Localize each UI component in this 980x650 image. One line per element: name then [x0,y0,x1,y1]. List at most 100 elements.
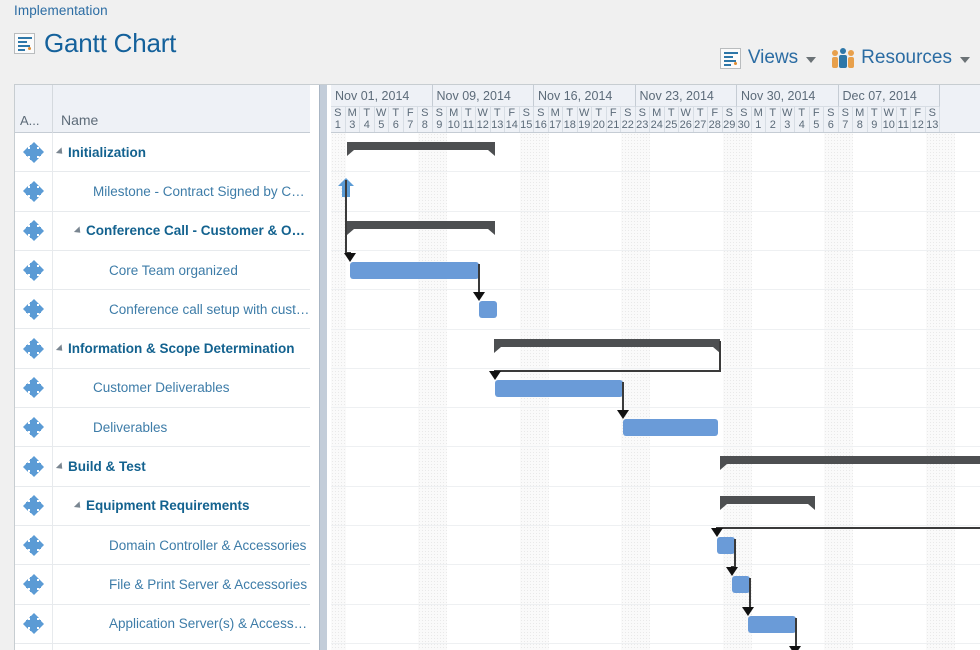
row-attach-cell[interactable] [15,250,53,290]
dependency-arrow-icon [711,528,723,537]
timeline-body[interactable] [331,133,980,650]
row-attach-cell[interactable] [15,328,53,369]
row-name-cell[interactable]: Conference call setup with cust… [53,290,310,329]
row-name-cell[interactable]: Equipment Requirements [53,486,310,525]
day-number: 22 [621,119,634,131]
row-attach-cell[interactable] [15,171,53,212]
move-arrows-icon[interactable] [23,495,44,517]
summary-bar[interactable] [720,456,980,471]
move-arrows-icon[interactable] [23,534,44,556]
breadcrumb[interactable]: Implementation [14,3,108,18]
move-arrows-icon[interactable] [23,259,44,281]
row-attach-cell[interactable] [15,486,53,526]
move-arrows-icon[interactable] [23,573,44,595]
row-attach-cell[interactable] [15,564,53,605]
day-number: 10 [447,119,460,131]
row-name-cell[interactable]: Core Team organized [53,250,310,289]
task-bar[interactable] [717,537,735,554]
table-row[interactable]: Information & Scope Determination [15,328,310,369]
move-arrows-icon[interactable] [23,377,44,399]
table-row[interactable]: Build & Test [15,446,310,487]
collapse-triangle-icon[interactable] [55,147,66,157]
table-row[interactable]: Customer Deliverables [15,368,310,409]
row-name-cell[interactable]: Build & Test [53,447,310,486]
row-separator [331,642,980,644]
move-arrows-icon[interactable] [23,338,44,360]
row-name-cell[interactable]: File & Print Server & Accessories [53,565,310,604]
day-number: 3 [349,119,356,131]
row-attach-cell[interactable] [15,446,53,487]
day-number: 9 [871,119,878,131]
day-of-week: F [812,107,820,119]
row-name-cell[interactable]: Application Server(s) & Accessor… [53,604,310,643]
table-row[interactable]: File & Print Server & Accessories [15,564,310,605]
task-name: Conference Call - Customer & Ou… [86,223,310,239]
row-attach-cell[interactable] [15,604,53,644]
table-row[interactable]: Initialization [15,132,310,173]
row-name-cell[interactable]: Domain Controller & Accessories [53,525,310,564]
row-name-cell[interactable]: Milestone - Contract Signed by Cu… [53,172,310,211]
day-of-week: M [347,107,357,119]
collapse-triangle-icon[interactable] [55,461,66,472]
summary-bar[interactable] [494,338,720,353]
move-arrows-icon[interactable] [23,456,44,478]
row-attach-cell[interactable] [15,407,53,447]
collapse-triangle-icon[interactable] [73,226,84,236]
row-attach-cell[interactable] [15,289,53,329]
table-row[interactable]: Deliverables [15,407,310,448]
page-title-group: Gantt Chart [14,28,176,59]
task-bar[interactable] [748,615,796,633]
chevron-down-icon[interactable] [806,57,817,63]
row-name-cell[interactable] [53,643,310,650]
task-bar[interactable] [623,419,718,437]
row-name-cell[interactable]: Information & Scope Determination [53,329,310,368]
task-name: Equipment Requirements [86,498,250,514]
row-name-cell[interactable]: Initialization [53,133,310,172]
move-arrows-icon[interactable] [23,220,44,242]
row-name-cell[interactable]: Deliverables [53,408,310,447]
column-header-name[interactable]: Name [53,85,310,133]
move-arrows-icon[interactable] [23,613,44,635]
row-name-cell[interactable]: Conference Call - Customer & Ou… [53,211,310,250]
collapse-triangle-icon[interactable] [73,501,84,511]
task-bar[interactable] [479,301,497,319]
resources-button[interactable]: Resources [826,44,976,72]
row-attach-cell[interactable] [15,211,53,251]
collapse-triangle-icon[interactable] [55,344,66,354]
task-bar[interactable] [495,379,623,397]
move-arrows-icon[interactable] [23,141,44,163]
row-name-cell[interactable]: Customer Deliverables [53,368,310,407]
move-arrows-icon[interactable] [23,180,44,202]
move-arrows-icon[interactable] [23,416,44,438]
task-name: Deliverables [93,419,168,435]
table-row[interactable]: Domain Controller & Accessories [15,525,310,566]
row-separator [331,564,980,566]
move-arrows-icon[interactable] [23,298,44,320]
task-bar[interactable] [350,261,479,279]
day-of-week: F [914,107,922,119]
table-row[interactable]: Milestone - Contract Signed by Cu… [15,171,310,212]
table-row[interactable]: Conference Call - Customer & Ou… [15,211,310,251]
column-header-attach[interactable]: A... [15,85,53,133]
summary-bar[interactable] [720,495,815,510]
row-attach-cell[interactable] [15,368,53,408]
pane-splitter[interactable] [310,85,331,650]
day-of-week: S [740,107,748,119]
summary-bar[interactable] [347,142,495,156]
table-row[interactable]: Equipment Requirements [15,486,310,526]
views-button[interactable]: Views [714,44,822,72]
table-row[interactable] [15,643,310,650]
week-header: Nov 23, 2014 [635,85,737,107]
row-attach-cell[interactable] [15,525,53,565]
summary-bar[interactable] [347,220,495,235]
table-row[interactable]: Conference call setup with cust… [15,289,310,330]
gantt-chart-pane[interactable]: Nov 01, 2014 S 1 M 3 T 4 W 5 T 6 F 7 S 8 Nov 09, 2014 S 9… [331,85,980,650]
splitter-handle[interactable] [319,85,327,650]
row-attach-cell[interactable] [15,132,53,172]
table-row[interactable]: Application Server(s) & Accessor… [15,604,310,644]
table-row[interactable]: Core Team organized [15,250,310,291]
dependency-arrow-icon [789,645,801,650]
task-bar[interactable] [732,576,750,594]
chevron-down-icon[interactable] [960,57,970,63]
row-attach-cell[interactable] [15,643,53,650]
